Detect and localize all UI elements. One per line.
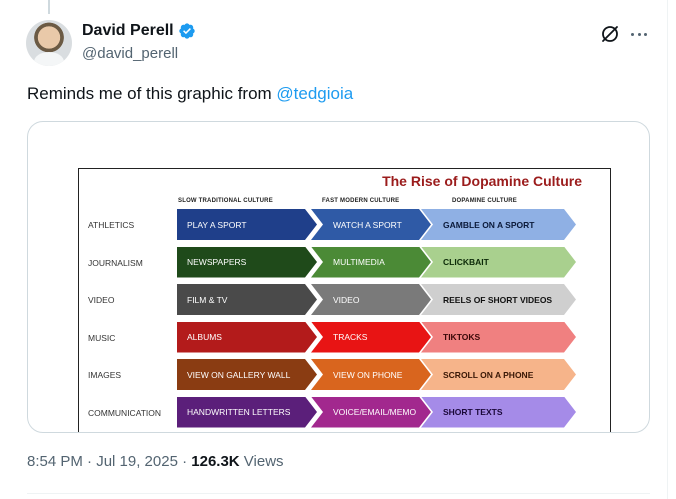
culture-arrow: SHORT TEXTS [421, 397, 576, 428]
culture-arrow: REELS OF SHORT VIDEOS [421, 284, 576, 315]
author-name-row: David Perell [82, 22, 196, 40]
views-label: Views [239, 453, 284, 470]
arrow-label: TIKTOKS [443, 332, 481, 342]
row-label: MUSIC [88, 332, 116, 343]
culture-arrow: PLAY A SPORT [177, 209, 317, 240]
arrow-label: MULTIMEDIA [333, 257, 385, 267]
tweet-media-image[interactable]: The Rise of Dopamine Culture SLOW TRADIT… [27, 121, 650, 433]
row-label: VIDEO [88, 295, 115, 305]
culture-arrow: TIKTOKS [421, 322, 576, 353]
row-label: JOURNALISM [88, 257, 143, 268]
culture-arrow: NEWSPAPERS [177, 247, 317, 278]
arrow-label: REELS OF SHORT VIDEOS [443, 294, 553, 305]
column-header: SLOW TRADITIONAL CULTURE [178, 198, 273, 204]
culture-arrow: VIDEO [311, 284, 431, 315]
arrow-label: TRACKS [333, 332, 368, 342]
arrow-label: VIDEO [333, 294, 360, 305]
culture-arrow: VOICE/EMAIL/MEMO [311, 397, 431, 428]
arrow-label: GAMBLE ON A SPORT [443, 219, 535, 230]
author-avatar[interactable] [26, 20, 72, 66]
tweet-text: Reminds me of this graphic from @tedgioi… [27, 84, 353, 104]
row-label: COMMUNICATION [88, 407, 162, 418]
arrow-label: PLAY A SPORT [187, 219, 247, 230]
arrow-label: FILM & TV [187, 294, 228, 305]
verified-badge-icon[interactable] [178, 22, 196, 40]
culture-arrow: HANDWRITTEN LETTERS [177, 397, 317, 428]
culture-arrow: VIEW ON GALLERY WALL [177, 359, 317, 390]
arrow-label: WATCH A SPORT [333, 219, 402, 230]
column-header: FAST MODERN CULTURE [322, 198, 400, 204]
arrow-label: SCROLL ON A PHONE [443, 369, 534, 380]
tweet-timestamp[interactable]: 8:54 PM · Jul 19, 2025 · [27, 453, 191, 470]
thread-connector-line [48, 0, 50, 14]
graphic-title: The Rise of Dopamine Culture [382, 173, 582, 189]
arrow-label: ALBUMS [187, 332, 222, 342]
culture-arrow: ALBUMS [177, 322, 317, 353]
arrow-label: VIEW ON PHONE [333, 369, 403, 380]
culture-arrow: FILM & TV [177, 284, 317, 315]
arrow-label: HANDWRITTEN LETTERS [187, 407, 291, 417]
arrow-label: VOICE/EMAIL/MEMO [333, 407, 417, 417]
column-border [667, 0, 668, 499]
dopamine-culture-graphic: The Rise of Dopamine Culture SLOW TRADIT… [78, 168, 611, 432]
divider [27, 493, 650, 494]
tweet-body: Reminds me of this graphic from [27, 84, 277, 103]
culture-arrow: SCROLL ON A PHONE [421, 359, 576, 390]
arrow-label: VIEW ON GALLERY WALL [187, 369, 291, 380]
culture-arrow: VIEW ON PHONE [311, 359, 431, 390]
views-count: 126.3K [191, 453, 240, 470]
mention-link[interactable]: @tedgioia [276, 84, 353, 103]
arrow-label: NEWSPAPERS [187, 257, 247, 267]
column-header: DOPAMINE CULTURE [452, 198, 517, 204]
culture-arrow: GAMBLE ON A SPORT [421, 209, 576, 240]
tweet-meta: 8:54 PM · Jul 19, 2025 · 126.3K Views [27, 453, 284, 470]
author-handle[interactable]: @david_perell [82, 45, 178, 62]
culture-arrow: MULTIMEDIA [311, 247, 431, 278]
row-label: ATHLETICS [88, 220, 135, 230]
culture-arrow: CLICKBAIT [421, 247, 576, 278]
arrow-label: SHORT TEXTS [443, 407, 503, 417]
arrow-label: CLICKBAIT [443, 257, 489, 267]
more-options-icon[interactable] [628, 24, 650, 44]
author-display-name[interactable]: David Perell [82, 22, 174, 40]
culture-arrow: WATCH A SPORT [311, 209, 431, 240]
row-label: IMAGES [88, 370, 122, 380]
culture-arrow: TRACKS [311, 322, 431, 353]
grok-icon[interactable] [600, 24, 620, 44]
